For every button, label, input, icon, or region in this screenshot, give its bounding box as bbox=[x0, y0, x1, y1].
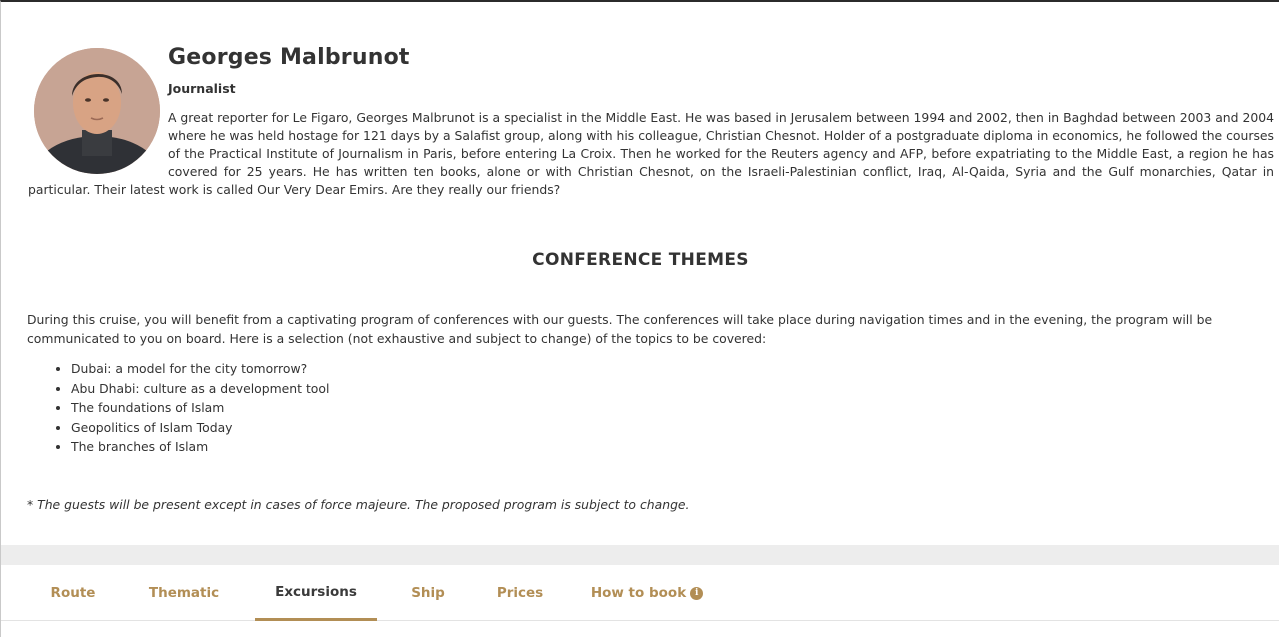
tab-label: Ship bbox=[411, 585, 445, 601]
list-item: The branches of Islam bbox=[53, 437, 329, 457]
list-item: Geopolitics of Islam Today bbox=[53, 418, 329, 438]
tab-route[interactable]: Route bbox=[39, 565, 107, 621]
themes-intro: During this cruise, you will benefit fro… bbox=[27, 312, 1213, 346]
tab-thematic[interactable]: Thematic bbox=[135, 565, 233, 621]
list-item: Dubai: a model for the city tomorrow? bbox=[53, 359, 329, 379]
tab-prices[interactable]: Prices bbox=[483, 565, 557, 621]
speaker-name: Georges Malbrunot bbox=[168, 45, 410, 70]
tab-label: Prices bbox=[496, 585, 544, 601]
list-item: Abu Dhabi: culture as a development tool bbox=[53, 379, 329, 399]
speaker-bio-text: A great reporter for Le Figaro, Georges … bbox=[28, 110, 1274, 197]
bio-spacer bbox=[28, 109, 168, 181]
section-divider bbox=[1, 545, 1279, 565]
tab-label: Thematic bbox=[148, 585, 220, 601]
disclaimer: * The guests will be present except in c… bbox=[27, 497, 690, 512]
tab-bar: Route Thematic Excursions Ship Prices Ho… bbox=[1, 565, 1279, 621]
tab-label: Route bbox=[50, 585, 96, 601]
page: Georges Malbrunot Journalist A great rep… bbox=[0, 0, 1279, 637]
speaker-bio: A great reporter for Le Figaro, Georges … bbox=[28, 109, 1274, 199]
list-item: The foundations of Islam bbox=[53, 398, 329, 418]
conference-themes-title: CONFERENCE THEMES bbox=[532, 250, 749, 270]
tab-how-to-book[interactable]: How to book i bbox=[585, 565, 709, 621]
tab-excursions[interactable]: Excursions bbox=[255, 565, 377, 621]
info-icon: i bbox=[690, 586, 704, 600]
tab-ship[interactable]: Ship bbox=[399, 565, 457, 621]
tab-label: Excursions bbox=[275, 583, 357, 600]
topics-list: Dubai: a model for the city tomorrow? Ab… bbox=[53, 359, 329, 457]
speaker-role: Journalist bbox=[168, 81, 236, 96]
tab-label: How to book bbox=[590, 585, 687, 601]
